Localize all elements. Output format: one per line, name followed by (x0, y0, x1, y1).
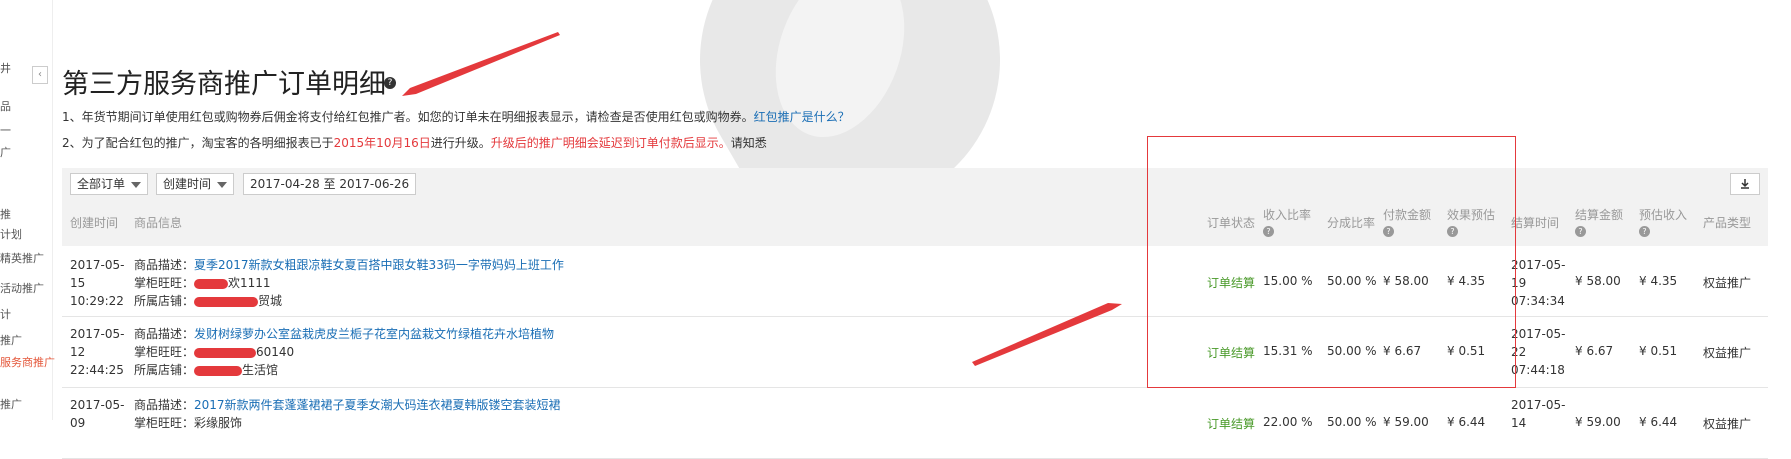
settle-amount: ¥ 6.67 (1575, 344, 1614, 358)
effect-estimate: ¥ 6.44 (1447, 415, 1486, 429)
notice-text: 请知悉 (730, 136, 767, 150)
product-type: 权益推广 (1703, 276, 1752, 290)
page-title: 第三方服务商推广订单明细 (62, 69, 386, 100)
collapse-sidebar-button[interactable]: ‹ (32, 66, 48, 84)
notice-line-2: 2、为了配合红包的推广，淘宝客的各明细报表已于2015年10月16日进行升级。升… (62, 134, 767, 151)
settle-amount: ¥ 58.00 (1575, 274, 1621, 288)
header-settle-time: 结算时间 (1511, 216, 1560, 230)
sidebar-item[interactable]: 推广 (0, 396, 22, 412)
header-settle-amount-label: 结算金额 (1575, 208, 1624, 222)
sidebar-item[interactable]: 精英推广 (0, 250, 44, 266)
created-time: 2017-05- 12 22:44:25 (70, 327, 125, 377)
settle-time: 2017-05- 14 (1511, 398, 1566, 430)
sidebar-item[interactable]: 推 (0, 206, 11, 222)
chevron-down-icon (217, 181, 228, 188)
sidebar-item[interactable]: 广 (0, 144, 11, 160)
header-estimated-income-label: 预估收入 (1639, 208, 1688, 222)
product-info: 商品描述：发财树绿萝办公室盆栽虎皮兰栀子花室内盆栽文竹绿植花卉水培植物 掌柜旺旺… (134, 327, 555, 377)
redaction-mark (194, 347, 257, 358)
redaction-mark (194, 278, 229, 289)
sidebar: 井 品 一 广 推 计划 精英推广 活动推广 计 推广 服务商推广 推广 (0, 0, 55, 420)
order-filter-dropdown[interactable]: 全部订单 (70, 173, 149, 195)
income-ratio: 22.00 % (1263, 415, 1313, 429)
notice-line-1: 1、年货节期间订单使用红包或购物券后佣金将支付给红包推广者。如您的订单未在明细报… (62, 108, 850, 125)
download-button[interactable] (1730, 173, 1760, 195)
settle-time: 2017-05- 19 07:34:34 (1511, 258, 1566, 308)
header-product-type: 产品类型 (1703, 216, 1752, 230)
header-product: 商品信息 (134, 216, 183, 230)
sidebar-item[interactable]: 计划 (0, 226, 22, 242)
time-filter-dropdown[interactable]: 创建时间 (156, 173, 235, 195)
help-icon[interactable]: ? (1639, 226, 1650, 237)
order-filter-label: 全部订单 (77, 177, 126, 191)
help-icon[interactable]: ? (1575, 226, 1586, 237)
product-info: 商品描述：夏季2017新款女粗跟凉鞋女夏百搭中跟女鞋33码一字带妈妈上班工作 掌… (134, 258, 564, 308)
settle-amount: ¥ 59.00 (1575, 415, 1621, 429)
annotation-box (1147, 136, 1516, 388)
notice-text: 2、为了配合红包的推广，淘宝客的各明细报表已于 (62, 136, 334, 150)
upgrade-date: 2015年10月16日 (333, 136, 431, 150)
settle-time: 2017-05- 22 07:44:18 (1511, 327, 1566, 377)
header-settle-amount: 结算金额? (1575, 206, 1623, 237)
sidebar-item[interactable]: 计 (0, 306, 11, 322)
share-ratio: 50.00 % (1327, 415, 1377, 429)
product-link[interactable]: 发财树绿萝办公室盆栽虎皮兰栀子花室内盆栽文竹绿植花卉水培植物 (194, 327, 554, 341)
chevron-down-icon (131, 181, 142, 188)
sidebar-item[interactable]: 一 (0, 122, 11, 138)
header-estimated-income: 预估收入? (1639, 206, 1687, 237)
redaction-mark (194, 296, 259, 307)
date-range-picker[interactable]: 2017-04-28 至 2017-06-26 (243, 173, 417, 195)
product-type: 权益推广 (1703, 346, 1752, 360)
notice-highlight: 升级后的推广明细会延迟到订单付款后显示。 (490, 136, 731, 150)
time-filter-label: 创建时间 (163, 177, 212, 191)
annotation-arrow-title (402, 32, 560, 96)
estimated-income: ¥ 0.51 (1639, 344, 1678, 358)
sidebar-item[interactable]: 推广 (0, 332, 22, 348)
header-created: 创建时间 (70, 216, 119, 230)
estimated-income: ¥ 6.44 (1639, 415, 1678, 429)
created-time: 2017-05- 09 (70, 398, 125, 430)
paid-amount: ¥ 59.00 (1383, 415, 1429, 429)
red-packet-help-link[interactable]: 红包推广是什么？ (754, 110, 850, 124)
created-time: 2017-05- 15 10:29:22 (70, 258, 125, 308)
product-type: 权益推广 (1703, 417, 1752, 431)
order-status: 订单结算 (1207, 417, 1256, 431)
sidebar-item[interactable]: 井 (0, 60, 11, 76)
notice-text: 1、年货节期间订单使用红包或购物券后佣金将支付给红包推广者。如您的订单未在明细报… (62, 110, 754, 124)
product-link[interactable]: 夏季2017新款女粗跟凉鞋女夏百搭中跟女鞋33码一字带妈妈上班工作 (194, 258, 564, 272)
notice-text: 进行升级。 (430, 136, 491, 150)
table-row: 2017-05- 09 商品描述：2017新款两件套蓬蓬裙裙子夏季女潮大码连衣裙夏… (62, 388, 1768, 459)
redaction-mark (194, 365, 243, 376)
help-icon[interactable]: ? (384, 77, 396, 89)
product-link[interactable]: 2017新款两件套蓬蓬裙裙子夏季女潮大码连衣裙夏韩版镂空套装短裙 (194, 398, 561, 412)
sidebar-item-active[interactable]: 服务商推广 (0, 354, 55, 370)
download-icon (1741, 179, 1749, 189)
sidebar-item[interactable]: 活动推广 (0, 280, 44, 296)
sidebar-item[interactable]: 品 (0, 98, 11, 114)
product-info: 商品描述：2017新款两件套蓬蓬裙裙子夏季女潮大码连衣裙夏韩版镂空套装短裙 掌柜… (134, 398, 561, 430)
estimated-income: ¥ 4.35 (1639, 274, 1678, 288)
